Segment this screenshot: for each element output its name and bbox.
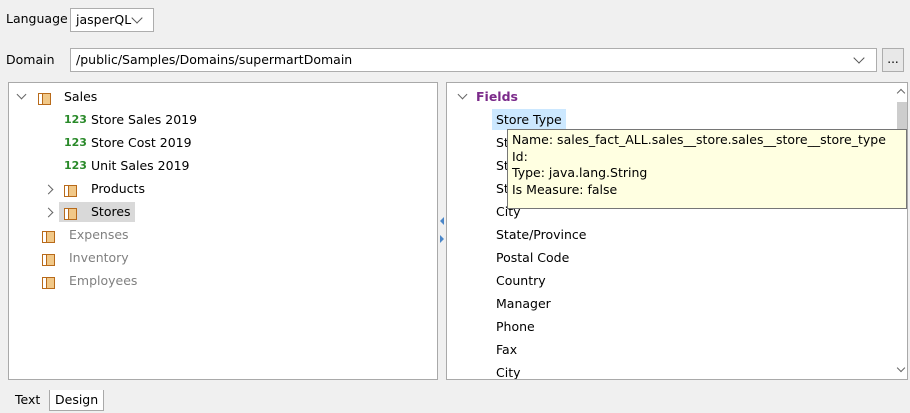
tree-node-expenses[interactable]: Expenses xyxy=(9,224,209,246)
splitter-handle[interactable] xyxy=(438,215,446,245)
field-tooltip: Name: sales_fact_ALL.sales__store.sales_… xyxy=(507,129,907,209)
tree-label: Inventory xyxy=(69,250,129,265)
language-label: Language xyxy=(6,11,68,26)
domain-value: /public/Samples/Domains/supermartDomain xyxy=(76,52,353,67)
tree-label: Products xyxy=(91,181,145,196)
fields-header-row[interactable]: Fields xyxy=(447,86,647,108)
chevron-down-icon xyxy=(853,52,865,64)
tree-node-employees[interactable]: Employees xyxy=(9,270,209,292)
field-item[interactable]: City xyxy=(496,362,521,379)
measure-badge: 123 xyxy=(64,159,87,172)
language-select[interactable]: jasperQL xyxy=(70,8,154,32)
expand-icon[interactable] xyxy=(43,207,54,218)
tree-node-inventory[interactable]: Inventory xyxy=(9,247,209,269)
tree-label: Employees xyxy=(69,273,138,288)
scroll-up-icon[interactable] xyxy=(896,88,906,98)
chevron-down-icon xyxy=(131,12,143,24)
tab-text[interactable]: Text xyxy=(10,390,45,411)
tree-label: Store Cost 2019 xyxy=(91,135,192,150)
field-item[interactable]: State/Province xyxy=(496,224,587,246)
field-item[interactable]: Fax xyxy=(496,339,517,361)
fields-panel: Fields Store Type St St St City State/Pr… xyxy=(446,82,908,380)
tooltip-measure: Is Measure: false xyxy=(512,181,618,197)
domain-browse-button[interactable]: ... xyxy=(882,48,904,72)
measure-badge: 123 xyxy=(64,113,87,126)
expand-icon[interactable] xyxy=(457,89,468,100)
scroll-down-icon[interactable] xyxy=(896,363,906,373)
field-item[interactable]: Country xyxy=(496,270,546,292)
tree-label: Store Sales 2019 xyxy=(91,112,198,127)
tree-label: Unit Sales 2019 xyxy=(91,158,190,173)
tooltip-id: Id: xyxy=(512,148,528,164)
table-icon xyxy=(38,90,51,105)
fields-header: Fields xyxy=(476,89,518,104)
field-item[interactable]: Manager xyxy=(496,293,551,315)
table-icon xyxy=(64,182,77,197)
tooltip-type: Type: java.lang.String xyxy=(512,165,648,180)
scroll-thumb[interactable] xyxy=(897,102,907,132)
expand-icon[interactable] xyxy=(43,184,54,195)
measure-badge: 123 xyxy=(64,136,87,149)
splitter-arrows-icon xyxy=(440,217,444,243)
tree-label: Expenses xyxy=(69,227,129,242)
tree-label: Stores xyxy=(91,204,131,219)
field-item[interactable]: Phone xyxy=(496,316,535,338)
domain-tree-panel: Sales 123 Store Sales 2019 123 Store Cos… xyxy=(8,82,438,380)
tooltip-name: Name: sales_fact_ALL.sales__store.sales_… xyxy=(512,132,886,147)
tree-node-stores[interactable]: Stores xyxy=(9,201,209,223)
tree-node-measure[interactable]: 123 Store Sales 2019 xyxy=(9,109,229,131)
table-icon xyxy=(42,251,55,266)
domain-label: Domain xyxy=(6,52,55,67)
language-value: jasperQL xyxy=(76,12,132,27)
tree-label: Sales xyxy=(64,89,98,104)
field-item[interactable]: Postal Code xyxy=(496,247,569,269)
tree-node-measure[interactable]: 123 Store Cost 2019 xyxy=(9,132,229,154)
table-icon xyxy=(42,274,55,289)
tab-design[interactable]: Design xyxy=(49,390,105,411)
table-icon xyxy=(64,205,77,220)
tree-node-products[interactable]: Products xyxy=(9,178,209,200)
table-icon xyxy=(42,228,55,243)
domain-select[interactable]: /public/Samples/Domains/supermartDomain xyxy=(70,48,877,72)
field-item[interactable]: Store Type xyxy=(492,109,566,130)
tree-node-measure[interactable]: 123 Unit Sales 2019 xyxy=(9,155,229,177)
tree-node-sales[interactable]: Sales xyxy=(9,86,209,108)
expand-icon[interactable] xyxy=(16,89,27,100)
